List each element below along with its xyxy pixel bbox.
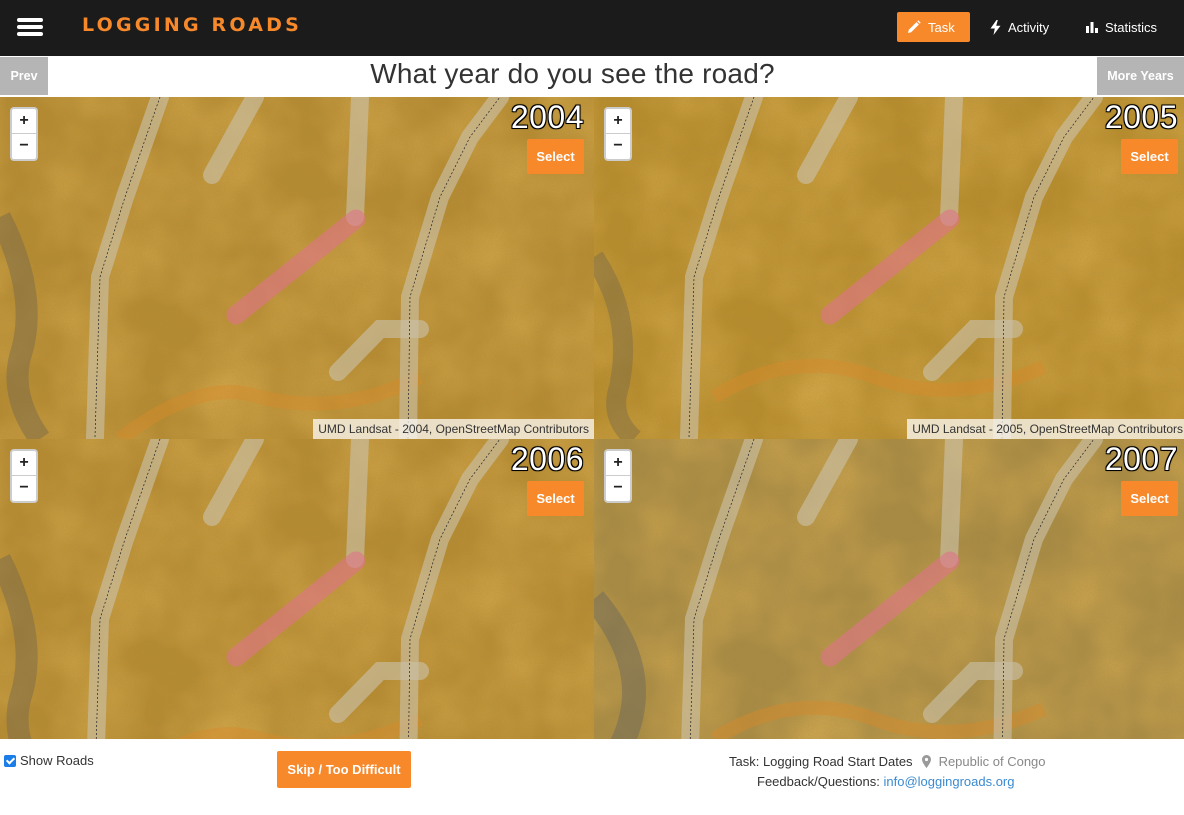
country-label: Republic of Congo (938, 754, 1046, 769)
bar-chart-icon (1086, 22, 1098, 33)
top-navbar: LOGGING ROADS Task Activity Statistics (0, 0, 1184, 56)
feedback-email-link[interactable]: info@loggingroads.org (883, 774, 1014, 789)
question-bar: Prev What year do you see the road? More… (0, 56, 1184, 97)
task-label: Task: Logging Road Start Dates (729, 754, 913, 769)
lightning-icon (990, 19, 1001, 35)
zoom-out-button[interactable]: − (606, 476, 630, 501)
map-panel-2004[interactable]: + − 2004 Select UMD Landsat - 2004, Open… (0, 97, 594, 439)
select-year-button[interactable]: Select (527, 481, 584, 516)
footer-bar: Show Roads Skip / Too Difficult Task: Lo… (0, 739, 1184, 815)
zoom-control: + − (604, 107, 632, 161)
zoom-out-button[interactable]: − (12, 134, 36, 159)
zoom-in-button[interactable]: + (12, 109, 36, 134)
task-info: Task: Logging Road Start Dates Republic … (729, 754, 1046, 769)
zoom-in-button[interactable]: + (606, 109, 630, 134)
satellite-imagery[interactable] (0, 97, 594, 439)
question-title: What year do you see the road? (370, 58, 775, 89)
show-roads-toggle[interactable]: Show Roads (4, 753, 94, 768)
satellite-imagery[interactable] (594, 439, 1184, 740)
feedback-line: Feedback/Questions: info@loggingroads.or… (757, 774, 1015, 789)
year-label: 2004 (510, 99, 584, 135)
map-panel-2006[interactable]: + − 2006 Select (0, 439, 594, 740)
brand-logo[interactable]: LOGGING ROADS (82, 14, 302, 36)
select-year-button[interactable]: Select (527, 139, 584, 174)
zoom-in-button[interactable]: + (12, 451, 36, 476)
zoom-control: + − (10, 449, 38, 503)
show-roads-checkbox[interactable] (4, 754, 16, 767)
satellite-imagery[interactable] (0, 439, 594, 740)
zoom-control: + − (10, 107, 38, 161)
select-year-button[interactable]: Select (1121, 481, 1178, 516)
map-attribution: UMD Landsat - 2005, OpenStreetMap Contri… (907, 419, 1184, 439)
zoom-out-button[interactable]: − (12, 476, 36, 501)
map-panel-2005[interactable]: + − 2005 Select UMD Landsat - 2005, Open… (594, 97, 1184, 439)
zoom-in-button[interactable]: + (606, 451, 630, 476)
prev-button[interactable]: Prev (0, 57, 48, 95)
pencil-icon (908, 20, 921, 33)
year-label: 2005 (1104, 99, 1178, 135)
zoom-control: + − (604, 449, 632, 503)
map-attribution: UMD Landsat - 2004, OpenStreetMap Contri… (313, 419, 594, 439)
show-roads-label: Show Roads (20, 753, 94, 768)
map-panel-2007[interactable]: + − 2007 Select (594, 439, 1184, 740)
more-years-button[interactable]: More Years (1097, 57, 1184, 95)
nav-task-label: Task (928, 19, 955, 35)
skip-button[interactable]: Skip / Too Difficult (277, 751, 411, 788)
nav-statistics-button[interactable]: Statistics (1076, 12, 1167, 42)
year-label: 2006 (510, 441, 584, 477)
feedback-label: Feedback/Questions: (757, 774, 880, 789)
year-label: 2007 (1104, 441, 1178, 477)
nav-statistics-label: Statistics (1105, 19, 1158, 35)
nav-task-button[interactable]: Task (897, 12, 970, 42)
select-year-button[interactable]: Select (1121, 139, 1178, 174)
nav-activity-button[interactable]: Activity (980, 12, 1059, 42)
satellite-imagery[interactable] (594, 97, 1184, 439)
nav-activity-label: Activity (1008, 19, 1050, 35)
menu-icon[interactable] (17, 14, 43, 40)
map-pin-icon (921, 755, 931, 768)
zoom-out-button[interactable]: − (606, 134, 630, 159)
